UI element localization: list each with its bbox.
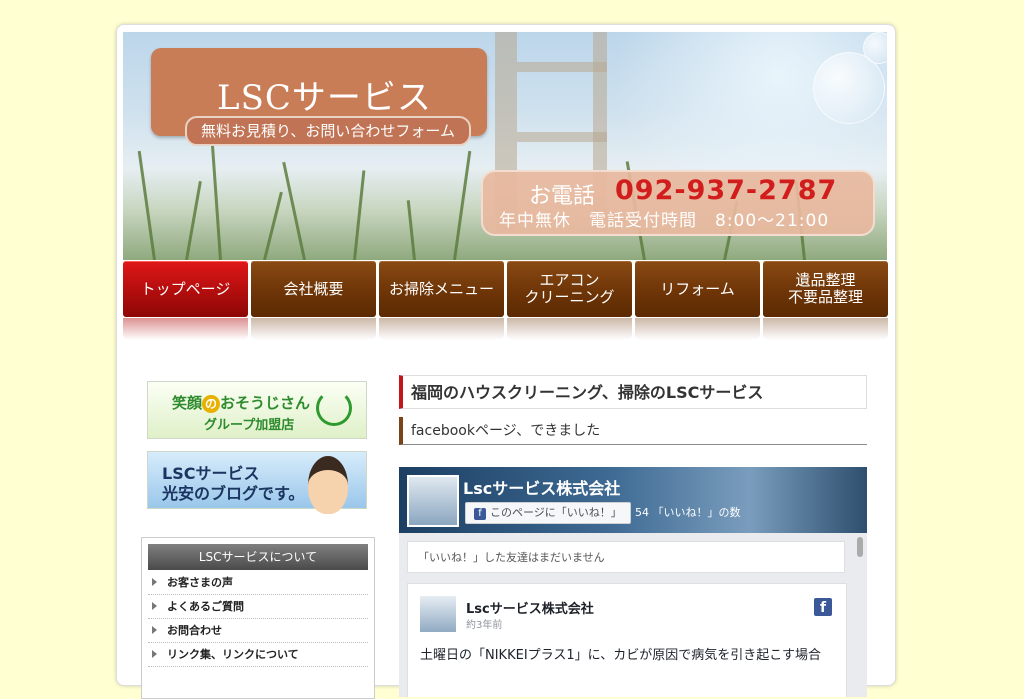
- vacuum-cleaner-icon: [316, 390, 352, 426]
- facebook-like-button[interactable]: f このページに「いいね！」: [465, 502, 631, 524]
- sidebar-link-faq[interactable]: よくあるご質問: [148, 595, 368, 619]
- banner2-line2: 光安のブログです。: [162, 484, 305, 503]
- sidebar-link-customer-voice[interactable]: お客さまの声: [148, 571, 368, 595]
- grass-blade: [209, 130, 222, 260]
- facebook-icon: f: [474, 508, 486, 520]
- arrow-right-icon: [152, 602, 157, 610]
- nav-item-top-page[interactable]: トップページ: [123, 261, 248, 317]
- banner1-text-a: 笑顔: [172, 394, 203, 412]
- facebook-page-widget: Lscサービス株式会社 f このページに「いいね！」 54 「いいね！」の数 「い…: [399, 467, 867, 697]
- grass-blade: [263, 191, 283, 260]
- sidebar-link-contact[interactable]: お問合わせ: [148, 619, 368, 643]
- logo-box[interactable]: LSCサービス 無料お見積り、お問い合わせフォーム: [151, 48, 487, 146]
- nav-item-aircon-cleaning[interactable]: エアコン クリーニング: [507, 261, 632, 317]
- main-navigation: トップページ 会社概要 お掃除メニュー エアコン クリーニング リフォーム 遺品…: [123, 261, 888, 341]
- arrow-right-icon: [152, 650, 157, 658]
- nav-reflection: [507, 318, 632, 340]
- nav-reflection: [123, 318, 248, 340]
- nav-reflection: [763, 318, 888, 340]
- grass-blade: [185, 180, 202, 260]
- banner1-line2: グループ加盟店: [204, 418, 295, 433]
- nav-item-cleaning-menu[interactable]: お掃除メニュー: [379, 261, 504, 317]
- phone-hours: 年中無休 電話受付時間 8:00～21:00: [499, 211, 830, 231]
- nav-item-company[interactable]: 会社概要: [251, 261, 376, 317]
- grass-blade: [406, 200, 416, 260]
- sidebar-box-title: LSCサービスについて: [148, 544, 368, 570]
- blog-banner[interactable]: LSCサービス 光安のブログです。: [147, 451, 367, 514]
- grass-blade: [353, 170, 366, 260]
- banner1-text-o: の: [202, 395, 221, 413]
- about-sidebar-box: LSCサービスについて お客さまの声 よくあるご質問 お問合わせ リンク集、リン…: [141, 537, 375, 699]
- sidebar-link-label: よくあるご質問: [167, 600, 244, 613]
- post-timestamp[interactable]: 約3年前: [466, 616, 502, 631]
- phone-number[interactable]: 092-937-2787: [615, 175, 837, 206]
- like-button-label: このページに「いいね！」: [490, 506, 622, 519]
- banner1-line1: 笑顔のおそうじさん: [172, 392, 310, 413]
- site-logo-title: LSCサービス: [217, 78, 432, 118]
- post-text: 土曜日の「NIKKEIプラス1」に、カビが原因で病気を引き起こす場合: [420, 648, 822, 663]
- arrow-right-icon: [152, 578, 157, 586]
- section-heading: facebookページ、できました: [399, 417, 867, 445]
- bubble-decoration: [863, 32, 887, 64]
- nav-reflection: [379, 318, 504, 340]
- sidebar-link-label: お客さまの声: [167, 576, 233, 589]
- page-container: LSCサービス 無料お見積り、お問い合わせフォーム お電話 092-937-27…: [116, 24, 896, 699]
- facebook-page-name[interactable]: Lscサービス株式会社: [463, 475, 620, 499]
- smile-cleaning-group-banner[interactable]: 笑顔のおそうじさん グループ加盟店: [147, 381, 367, 439]
- contact-form-link[interactable]: 無料お見積り、お問い合わせフォーム: [185, 116, 471, 146]
- facebook-widget-scrollbar[interactable]: [857, 537, 863, 557]
- facebook-post: Lscサービス株式会社 約3年前 f 土曜日の「NIKKEIプラス1」に、カビが…: [407, 583, 847, 697]
- facebook-like-count: 54 「いいね！」の数: [635, 506, 741, 519]
- sidebar-link-links[interactable]: リンク集、リンクについて: [148, 643, 368, 667]
- grass-blade: [137, 150, 156, 260]
- facebook-page-thumbnail[interactable]: [407, 475, 459, 527]
- phone-contact-box: お電話 092-937-2787 年中無休 電話受付時間 8:00～21:00: [481, 170, 875, 236]
- nav-reflection: [251, 318, 376, 340]
- page-heading: 福岡のハウスクリーニング、掃除のLSCサービス: [399, 375, 867, 409]
- header-banner: LSCサービス 無料お見積り、お問い合わせフォーム お電話 092-937-27…: [123, 32, 887, 260]
- sidebar-link-label: お問合わせ: [167, 624, 222, 637]
- sidebar-link-label: リンク集、リンクについて: [167, 648, 299, 661]
- grass-blade: [282, 161, 306, 260]
- facebook-friends-text: 「いいね！」した友達はまだいません: [407, 541, 845, 573]
- post-author-avatar[interactable]: [420, 596, 456, 632]
- facebook-cover: Lscサービス株式会社 f このページに「いいね！」 54 「いいね！」の数: [399, 467, 867, 533]
- grass-blade: [453, 150, 472, 260]
- boy-illustration-icon: [308, 456, 348, 514]
- nav-reflection: [635, 318, 760, 340]
- arrow-right-icon: [152, 626, 157, 634]
- facebook-logo-icon[interactable]: f: [814, 598, 832, 616]
- nav-item-reform[interactable]: リフォーム: [635, 261, 760, 317]
- post-author-name[interactable]: Lscサービス株式会社: [466, 598, 594, 617]
- banner1-text-b: おそうじさん: [220, 394, 311, 412]
- nav-item-estate-cleanup[interactable]: 遺品整理 不要品整理: [763, 261, 888, 317]
